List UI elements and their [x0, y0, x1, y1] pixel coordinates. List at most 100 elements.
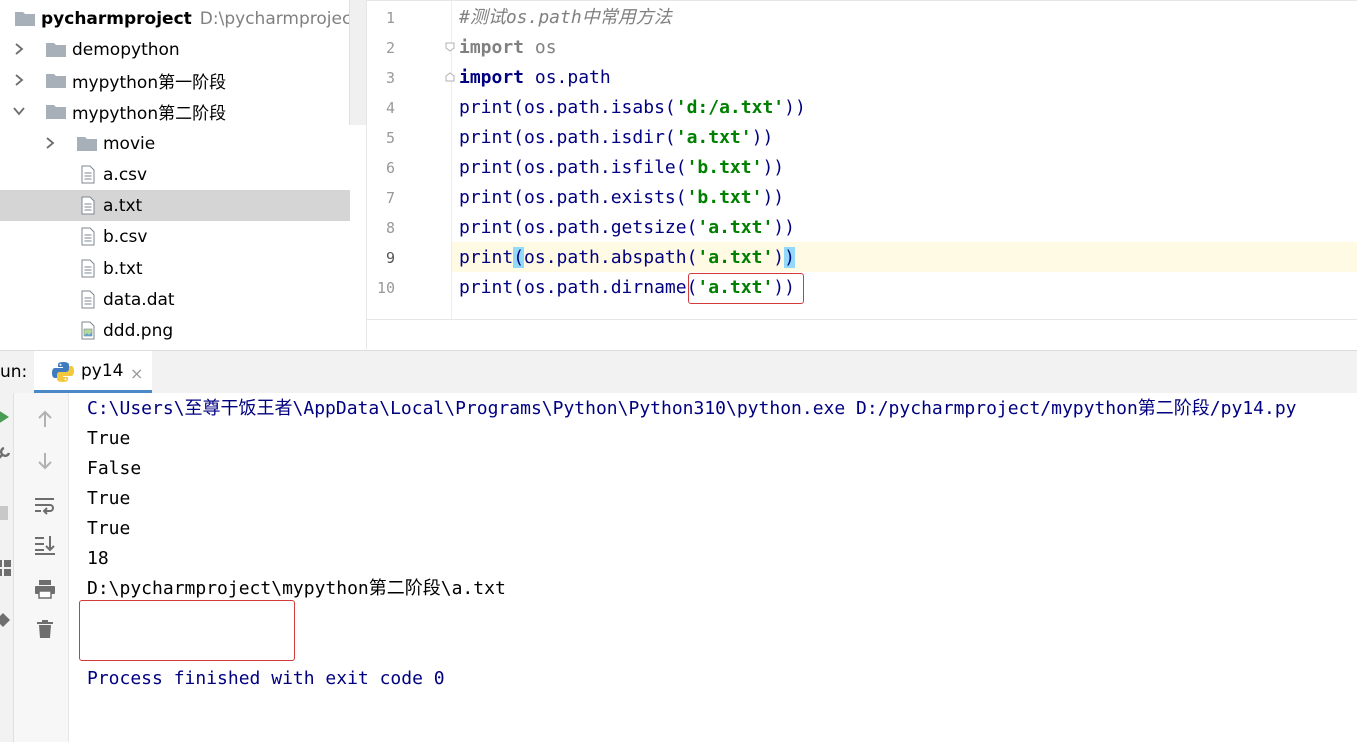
- folder-icon: [77, 137, 97, 151]
- matched-paren: ): [784, 247, 795, 268]
- code-text: )): [784, 97, 806, 118]
- pin-icon[interactable]: [0, 611, 12, 629]
- line-number: 3: [385, 69, 395, 87]
- run-tab-label: py14: [81, 361, 124, 381]
- code-line-3[interactable]: import os.path: [459, 63, 611, 93]
- line-number: 8: [385, 219, 395, 237]
- tree-scrollbar[interactable]: [349, 0, 366, 125]
- layout-icon[interactable]: [0, 559, 12, 577]
- tree-item-mypython-stage1[interactable]: mypython第一阶段: [0, 65, 366, 96]
- keyword: import: [459, 67, 525, 88]
- tree-item-a-csv[interactable]: a.csv: [0, 159, 366, 190]
- tree-item-label: ddd.png: [103, 320, 174, 341]
- tree-item-label: b.csv: [103, 226, 148, 247]
- tree-item-label: mypython第一阶段: [72, 73, 227, 93]
- tree-item-label: a.csv: [103, 164, 148, 185]
- fold-marker-icon[interactable]: [445, 42, 455, 52]
- keyword: import: [459, 37, 525, 58]
- console-output-line: True: [87, 428, 131, 449]
- up-arrow-icon[interactable]: [33, 407, 57, 431]
- code-line-2[interactable]: import os: [459, 33, 557, 63]
- stop-icon[interactable]: [0, 505, 9, 521]
- code-line-6[interactable]: print(os.path.isfile('b.txt')): [459, 153, 784, 183]
- line-number: 10: [376, 279, 395, 297]
- chevron-right-icon[interactable]: [9, 70, 29, 90]
- tree-item-ddd-png[interactable]: ddd.png: [0, 315, 366, 346]
- run-tab-py14[interactable]: py14 ×: [34, 351, 152, 393]
- code-text: print: [459, 247, 514, 268]
- tree-item-movie[interactable]: movie: [0, 128, 366, 159]
- wrench-icon[interactable]: [0, 445, 12, 463]
- string-literal: 'a.txt': [697, 247, 774, 268]
- trash-icon[interactable]: [33, 617, 57, 641]
- tree-item-b-txt[interactable]: b.txt: [0, 253, 366, 284]
- code-text: os.path: [524, 67, 611, 88]
- scroll-to-end-icon[interactable]: [33, 533, 57, 557]
- python-icon: [52, 362, 74, 382]
- tree-item-label: b.txt: [103, 258, 143, 279]
- tree-item-a-txt[interactable]: a.txt: [0, 190, 350, 221]
- run-console[interactable]: C:\Users\至尊干饭王者\AppData\Local\Programs\P…: [69, 393, 1357, 742]
- folder-icon: [15, 12, 35, 26]
- tree-item-label: demopython: [72, 39, 180, 60]
- file-text-icon: [81, 165, 95, 184]
- annotation-box: [79, 600, 295, 661]
- code-line-7[interactable]: print(os.path.exists('b.txt')): [459, 183, 784, 213]
- code-text: os.path.abspath(: [524, 247, 698, 268]
- annotation-box: [688, 273, 804, 304]
- line-number: 5: [385, 129, 395, 147]
- line-number: 4: [385, 99, 395, 117]
- string-literal: 'b.txt': [686, 187, 763, 208]
- code-text: print(os.path.dirname: [459, 277, 687, 298]
- line-number: 1: [385, 9, 395, 27]
- editor-bottom-area: [367, 319, 1357, 351]
- tree-item-data-dat[interactable]: data.dat: [0, 284, 366, 315]
- run-tool-header: un: py14 ×: [0, 350, 1357, 394]
- line-number: 6: [385, 159, 395, 177]
- code-line-9[interactable]: print(os.path.abspath('a.txt')): [459, 243, 795, 273]
- chevron-right-icon[interactable]: [9, 39, 29, 59]
- chevron-right-icon[interactable]: [40, 133, 60, 153]
- console-command-line: C:\Users\至尊干饭王者\AppData\Local\Programs\P…: [87, 398, 1297, 419]
- close-tab-icon[interactable]: ×: [130, 364, 143, 383]
- fold-marker-icon[interactable]: [445, 72, 455, 82]
- tree-item-label: movie: [103, 133, 156, 154]
- code-text: )): [762, 187, 785, 208]
- matched-paren: (: [513, 247, 525, 268]
- code-text: )): [773, 217, 795, 238]
- code-text: print(os.path.isfile(: [459, 157, 687, 178]
- code-line-1[interactable]: #测试os.path中常用方法: [459, 3, 672, 33]
- code-line-5[interactable]: print(os.path.isdir('a.txt')): [459, 123, 773, 153]
- line-number: 7: [385, 189, 395, 207]
- soft-wrap-icon[interactable]: [33, 493, 57, 517]
- line-number: 9: [385, 249, 395, 267]
- code-text: os: [524, 37, 557, 58]
- file-text-icon: [81, 196, 95, 215]
- print-icon[interactable]: [33, 577, 57, 601]
- code-text: )): [762, 157, 785, 178]
- file-text-icon: [81, 227, 95, 246]
- file-text-icon: [81, 259, 95, 278]
- folder-icon: [46, 43, 66, 57]
- code-line-4[interactable]: print(os.path.isabs('d:/a.txt')): [459, 93, 806, 123]
- code-editor[interactable]: 1 2 3 4 5 6 7 8 9 10 #测试os.path中常用方法 imp…: [367, 0, 1357, 351]
- tree-item-demopython[interactable]: demopython: [0, 34, 366, 65]
- string-literal: 'a.txt': [675, 127, 752, 148]
- project-panel: pycharmproject D:\pycharmproject demopyth…: [0, 0, 367, 349]
- console-output-line: True: [87, 488, 131, 509]
- tree-item-label: data.dat: [103, 289, 175, 310]
- rerun-icon[interactable]: [0, 409, 10, 425]
- run-toolbar-strip: [0, 393, 14, 742]
- tree-root[interactable]: pycharmproject D:\pycharmproject: [0, 3, 366, 34]
- tree-item-mypython-stage2[interactable]: mypython第二阶段: [0, 96, 366, 127]
- tree-item-b-csv[interactable]: b.csv: [0, 221, 366, 252]
- chevron-down-icon[interactable]: [9, 101, 29, 121]
- image-file-icon: [81, 321, 95, 340]
- line-number: 2: [385, 39, 395, 57]
- console-output-line: False: [87, 458, 142, 479]
- code-line-8[interactable]: print(os.path.getsize('a.txt')): [459, 213, 795, 243]
- down-arrow-icon[interactable]: [33, 449, 57, 473]
- code-text: print(os.path.getsize(: [459, 217, 698, 238]
- console-toolbar: [14, 393, 69, 742]
- comment: #测试os.path中常用方法: [459, 7, 672, 28]
